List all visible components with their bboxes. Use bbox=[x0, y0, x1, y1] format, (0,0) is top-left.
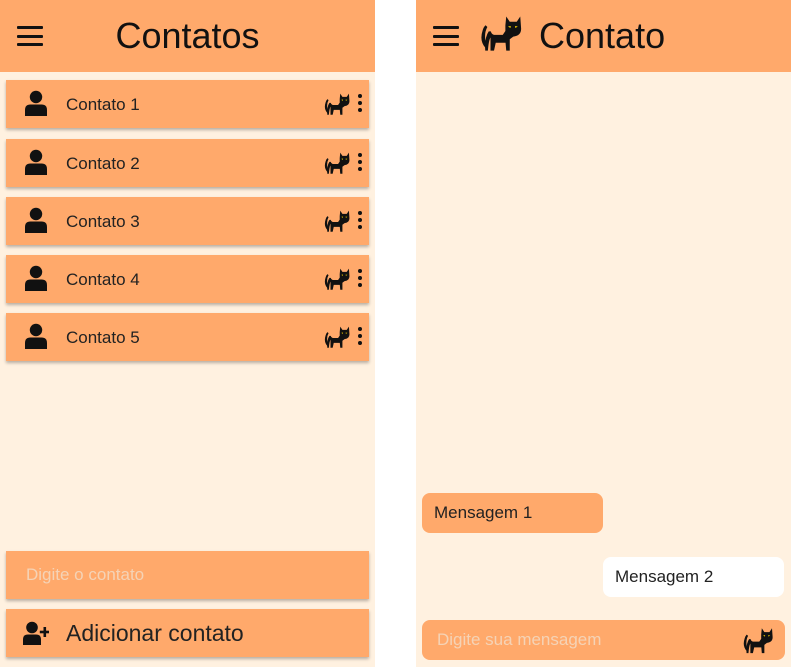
more-vertical-icon[interactable] bbox=[356, 211, 364, 231]
contact-name: Contato 4 bbox=[66, 270, 140, 289]
cat-icon[interactable] bbox=[324, 209, 350, 234]
contact-name: Contato 3 bbox=[66, 212, 140, 231]
cat-icon bbox=[480, 14, 522, 54]
add-contact-label: Adicionar contato bbox=[66, 620, 244, 646]
contact-list-item[interactable]: Contato 3 bbox=[6, 197, 369, 245]
contacts-screen: Contatos Contato 1 Contato 2 Contato 3 C… bbox=[0, 0, 375, 667]
more-vertical-icon[interactable] bbox=[356, 94, 364, 114]
received-message-bubble: Mensagem 1 bbox=[422, 493, 603, 533]
cat-icon[interactable] bbox=[742, 627, 774, 655]
page-title: Contatos bbox=[115, 15, 260, 56]
add-contact-button[interactable]: Adicionar contato bbox=[6, 609, 369, 657]
message-composer bbox=[422, 620, 785, 660]
contact-name: Contato 2 bbox=[66, 154, 140, 173]
contact-input[interactable] bbox=[6, 551, 369, 599]
contact-list-item[interactable]: Contato 4 bbox=[6, 255, 369, 303]
contact-list-item[interactable]: Contato 5 bbox=[6, 313, 369, 361]
cat-icon[interactable] bbox=[324, 267, 350, 292]
contacts-app-bar: Contatos bbox=[0, 0, 375, 72]
person-icon bbox=[24, 90, 48, 116]
more-vertical-icon[interactable] bbox=[356, 269, 364, 289]
person-icon bbox=[24, 265, 48, 291]
add-person-icon bbox=[23, 621, 49, 645]
contact-name: Contato 1 bbox=[66, 95, 140, 114]
contact-list-item[interactable]: Contato 1 bbox=[6, 80, 369, 128]
cat-icon[interactable] bbox=[324, 92, 350, 117]
contact-name: Contato 5 bbox=[66, 328, 140, 347]
cat-icon[interactable] bbox=[324, 325, 350, 350]
chat-app-bar: Contato bbox=[416, 0, 791, 72]
more-vertical-icon[interactable] bbox=[356, 153, 364, 173]
contact-list-item[interactable]: Contato 2 bbox=[6, 139, 369, 187]
chat-title: Contato bbox=[539, 15, 666, 56]
person-icon bbox=[24, 149, 48, 175]
chat-screen: Contato Mensagem 1 Mensagem 2 bbox=[416, 0, 791, 667]
person-icon bbox=[24, 323, 48, 349]
person-icon bbox=[24, 207, 48, 233]
hamburger-menu-icon[interactable] bbox=[433, 26, 459, 46]
more-vertical-icon[interactable] bbox=[356, 327, 364, 347]
cat-icon[interactable] bbox=[324, 151, 350, 176]
message-input[interactable] bbox=[422, 620, 732, 660]
sent-message-bubble: Mensagem 2 bbox=[603, 557, 784, 597]
